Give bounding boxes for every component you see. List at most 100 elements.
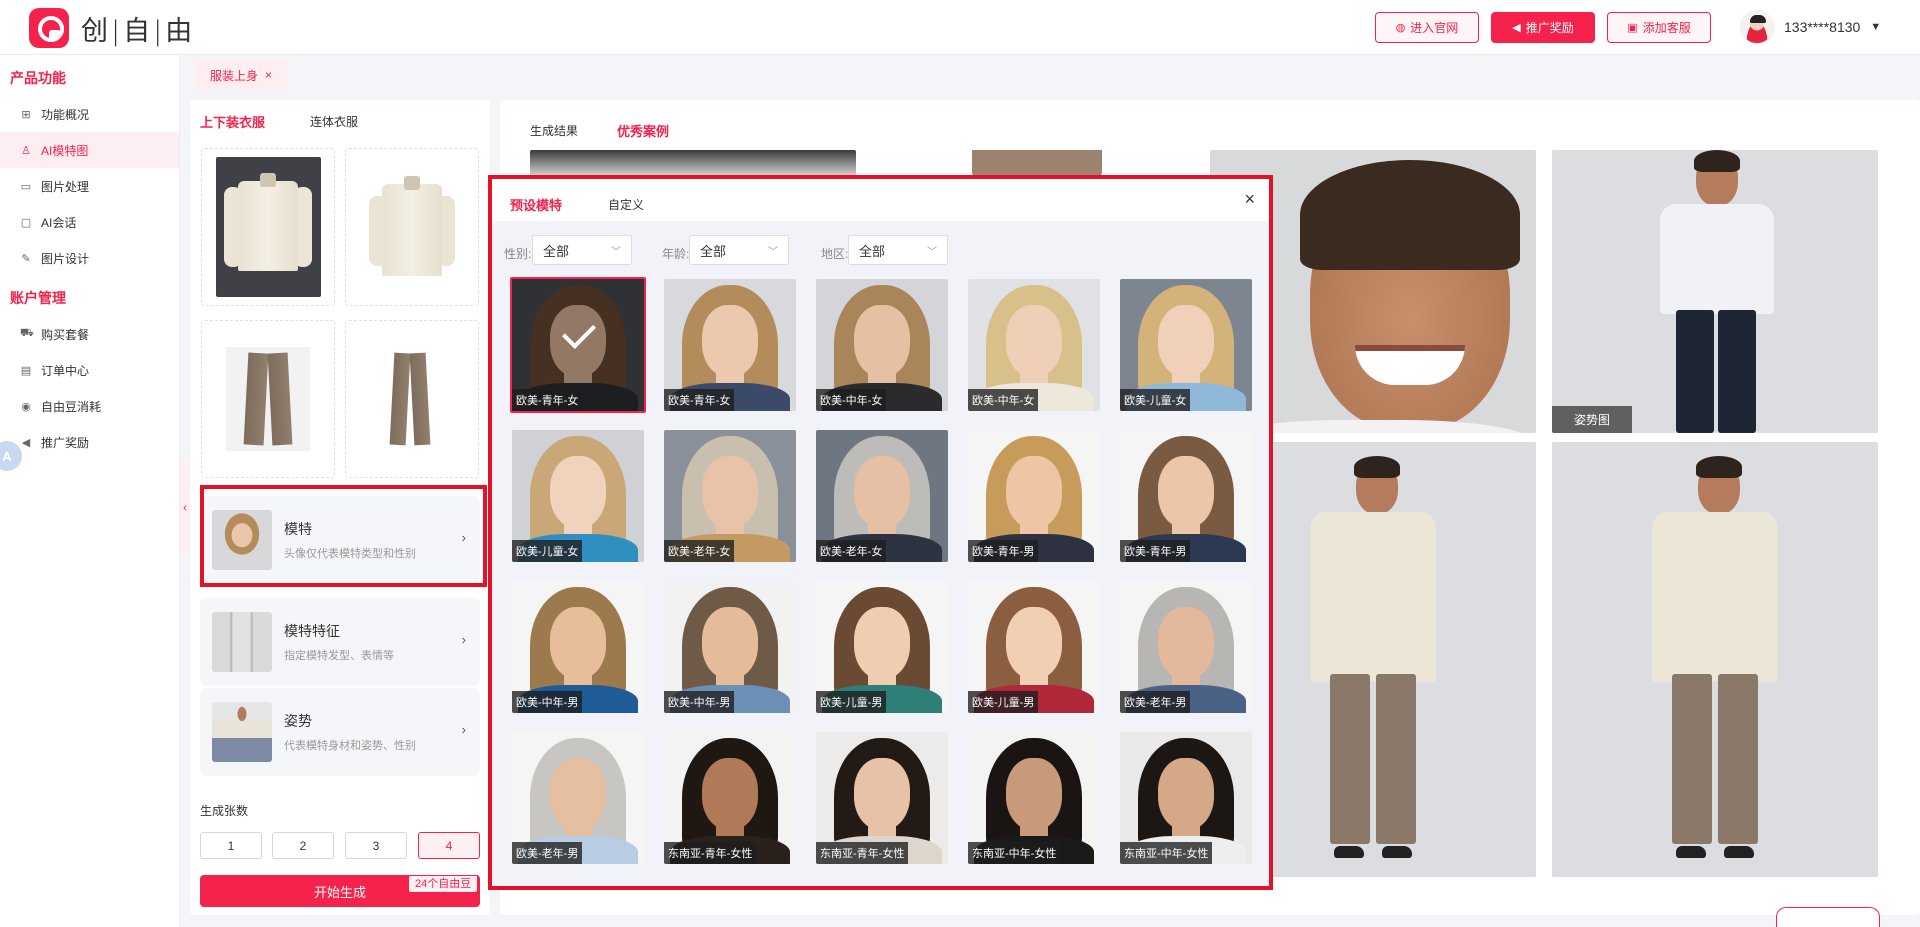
shirt-photo [367,172,457,282]
model-face [1006,456,1062,528]
model-tile-label: 欧美-老年-女 [664,540,735,562]
sidebar-item-coin-usage[interactable]: ◉ 自由豆消耗 [0,388,179,424]
sidebar-item-buy-plan[interactable]: ⛟ 购买套餐 [0,316,179,352]
model-tile[interactable]: 东南亚-青年-女性 [816,732,948,864]
pose-option[interactable]: 姿势 代表模特身材和姿势、性别 › [200,688,480,776]
age-filter-label: 年龄: [662,247,690,261]
sidebar-item-ai-model[interactable]: ♙ AI模特图 [0,132,179,168]
sidebar-item-label: 图片处理 [41,179,90,194]
region-filter-select[interactable]: 全部 ﹀ [848,235,948,265]
tab-showcase[interactable]: 优秀案例 [617,121,669,140]
sidebar-item-label: AI会话 [41,215,77,230]
sidebar-item-label: 图片设计 [41,251,90,266]
model-tile[interactable]: 欧美-老年-女 [816,430,948,562]
model-tile[interactable]: 东南亚-青年-女性 [664,732,796,864]
promotion-reward-button[interactable]: ◀ 推广奖励 [1491,12,1595,43]
sidebar-item-overview[interactable]: ⊞ 功能概况 [0,96,179,132]
clothing-slot-bottom-1[interactable] [201,320,335,478]
sidebar-section-products: 产品功能 [10,70,66,86]
tab-clothing-try-on[interactable]: 服装上身 × [195,60,287,90]
count-option-2[interactable]: 2 [272,832,334,859]
model-tile-label: 东南亚-青年-女性 [816,842,909,864]
showcase-pose-image[interactable]: 姿势图 [1552,150,1878,433]
model-tile-label: 欧美-老年-女 [816,540,887,562]
gender-filter-select[interactable]: 全部 ﹀ [532,235,632,265]
model-tile-label: 欧美-儿童-男 [968,691,1039,713]
segment-one-piece[interactable]: 连体衣服 [310,113,358,130]
tab-generated-results[interactable]: 生成结果 [530,122,578,139]
model-tile-label: 东南亚-青年-女性 [664,842,757,864]
model-face [702,456,758,528]
model-tile[interactable]: 欧美-中年-男 [512,581,644,713]
corner-action-button[interactable] [1776,907,1880,927]
official-site-button[interactable]: ◍ 进入官网 [1375,12,1479,43]
model-face [550,758,606,830]
shirt-photo [215,157,321,297]
model-tile[interactable]: 东南亚-中年-女性 [968,732,1100,864]
model-tile[interactable]: 欧美-儿童-男 [816,581,948,713]
chevron-down-icon: ﹀ [768,247,778,258]
model-tile[interactable]: 欧美-儿童-男 [968,581,1100,713]
sidebar-item-image-design[interactable]: ✎ 图片设计 [0,240,179,276]
sidebar-item-ai-chat[interactable]: ▢ AI会话 [0,204,179,240]
model-tile[interactable]: 欧美-中年-男 [664,581,796,713]
showcase-full-body-image[interactable] [1552,442,1878,877]
model-tile-label: 欧美-儿童-男 [816,691,887,713]
model-face [1158,607,1214,679]
age-filter-value: 全部 [700,243,727,259]
gender-filter-label: 性别: [504,247,532,261]
count-option-3[interactable]: 3 [345,832,407,859]
clothing-slot-top-2[interactable] [345,148,479,306]
clothing-slot-bottom-2[interactable] [345,320,479,478]
model-face [1158,758,1214,830]
pants-photo [382,347,442,451]
model-tile[interactable]: 欧美-中年-女 [816,279,948,411]
image-count-label: 生成张数 [200,804,249,818]
tab-label: 服装上身 [209,68,258,83]
add-support-button[interactable]: ▣ 添加客服 [1607,12,1711,43]
clothing-slot-top-1[interactable] [201,148,335,306]
megaphone-icon: ◀ [21,436,31,449]
sidebar-item-label: 自由豆消耗 [41,399,102,414]
close-icon[interactable]: × [265,68,272,82]
app-logo[interactable]: 创|自|由 [29,8,195,48]
model-face [1158,456,1214,528]
sidebar-item-promotion[interactable]: ◀ 推广奖励 [0,424,179,460]
segment-top-bottom[interactable]: 上下装衣服 [200,112,265,131]
model-tile[interactable]: 欧美-青年-女 [664,279,796,411]
model-tile[interactable]: 欧美-老年-男 [512,732,644,864]
model-tile[interactable]: 欧美-儿童-女 [1120,279,1252,411]
user-avatar [1740,10,1774,44]
count-option-1[interactable]: 1 [200,832,262,859]
sidebar-item-image-processing[interactable]: ▭ 图片处理 [0,168,179,204]
model-tile[interactable]: 欧美-儿童-女 [512,430,644,562]
model-face [702,758,758,830]
generate-label: 开始生成 [313,884,366,900]
add-support-label: 添加客服 [1642,21,1691,35]
sidebar: 产品功能 ⊞ 功能概况 ♙ AI模特图 ▭ 图片处理 ▢ AI会话 ✎ 图片设计… [0,55,180,927]
pose-option-title: 姿势 [284,713,312,729]
model-features-option[interactable]: 模特特征 指定模特发型、表情等 › [200,598,480,686]
model-tile[interactable]: 欧美-老年-男 [1120,581,1252,713]
model-tile-label: 欧美-老年-男 [1120,691,1191,713]
tab-preset-models[interactable]: 预设模特 [510,195,562,214]
model-tile-label: 欧美-青年-男 [968,540,1039,562]
image-label: 姿势图 [1552,406,1633,433]
model-face [702,305,758,377]
official-site-label: 进入官网 [1410,21,1459,35]
top-header: 创|自|由 ◍ 进入官网 ◀ 推广奖励 ▣ 添加客服 133****8130 ▼ [0,0,1920,55]
count-option-4[interactable]: 4 [418,832,480,859]
close-icon[interactable]: × [1244,189,1255,210]
user-menu[interactable]: 133****8130 ▼ [1740,10,1881,44]
collapse-panel-handle[interactable]: ‹ [180,460,190,556]
model-tile[interactable]: 欧美-老年-女 [664,430,796,562]
model-tile[interactable]: 欧美-中年-女 [968,279,1100,411]
model-tile[interactable]: 欧美-青年-男 [1120,430,1252,562]
sidebar-item-orders[interactable]: ▤ 订单中心 [0,352,179,388]
model-tile[interactable]: 欧美-青年-男 [968,430,1100,562]
age-filter-select[interactable]: 全部 ﹀ [689,235,789,265]
model-tile[interactable]: 东南亚-中年-女性 [1120,732,1252,864]
tab-custom-model[interactable]: 自定义 [608,196,644,213]
chevron-left-icon: ‹ [183,502,187,514]
model-tile[interactable]: 欧美-青年-女 [510,277,646,413]
